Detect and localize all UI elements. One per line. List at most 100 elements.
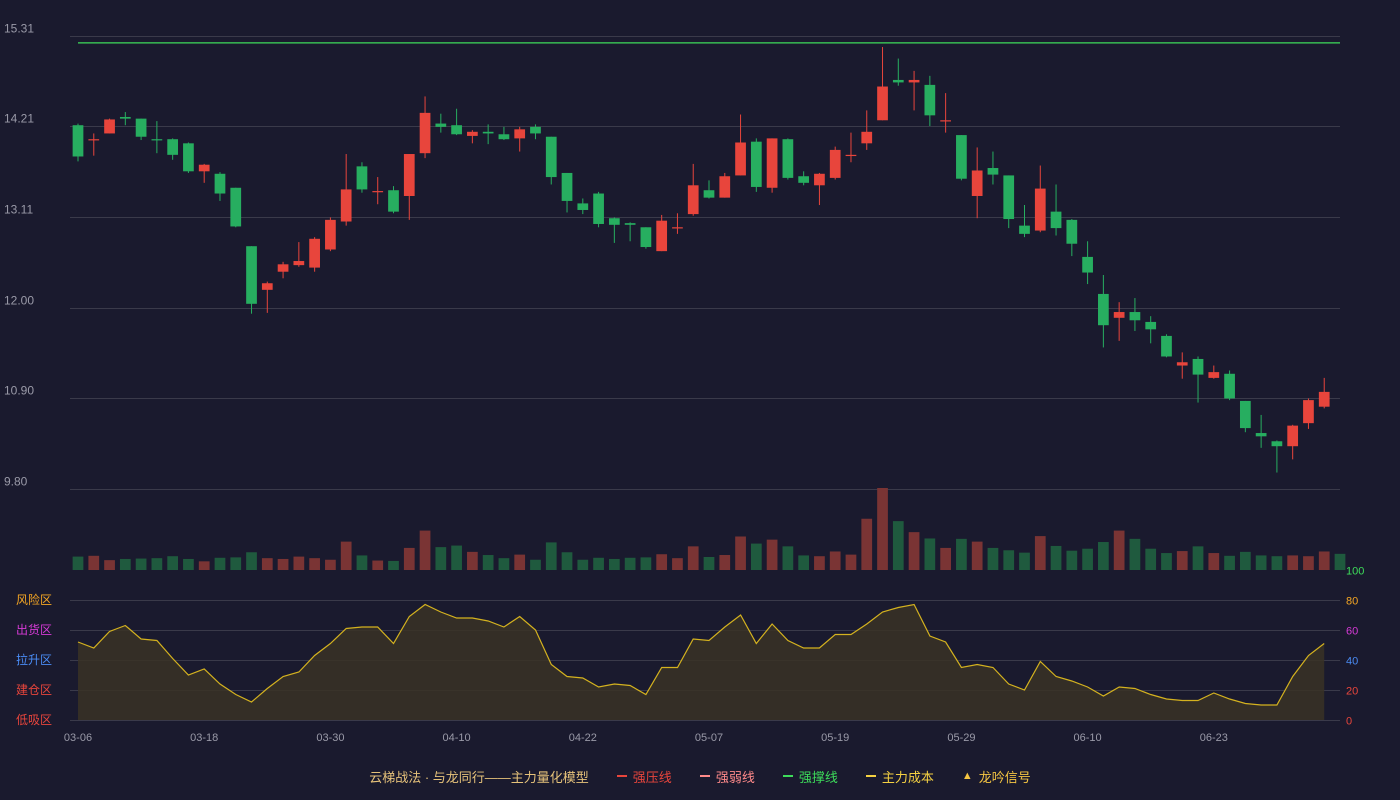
candle-body: [356, 166, 368, 190]
volume-bar: [561, 552, 573, 570]
volume-bar: [1176, 551, 1188, 570]
candle-body: [1224, 373, 1235, 399]
candle-body: [750, 141, 762, 187]
legend-label: 强压线: [632, 769, 672, 785]
volume-bar: [356, 555, 368, 570]
candle-body: [719, 176, 731, 198]
volume-bar: [1208, 553, 1220, 570]
volume-bar: [498, 558, 510, 570]
candle-body: [1239, 400, 1251, 429]
oscillator-tick-label: 60: [1346, 626, 1358, 638]
candle-body: [167, 139, 179, 155]
candle-body: [1066, 219, 1078, 244]
legend-item-model: 云梯战法 · 与龙同行——主力量化模型: [369, 766, 589, 786]
candle-body: [198, 164, 210, 172]
legend-line-icon: [616, 775, 627, 777]
legend-item-main-cost[interactable]: 主力成本: [865, 766, 934, 786]
volume-bar: [861, 518, 873, 570]
volume-bar: [1192, 546, 1204, 570]
candle-body: [1082, 256, 1093, 273]
volume-bar: [1271, 556, 1283, 570]
candle-body: [735, 142, 746, 176]
candle-body: [1176, 362, 1188, 366]
volume-bar: [514, 554, 526, 570]
legend-label: 强撑线: [798, 769, 838, 785]
candle-body: [861, 131, 873, 144]
price-tick-label: 14.21: [4, 112, 34, 126]
candle-body: [514, 129, 526, 139]
chart-legend: 云梯战法 · 与龙同行——主力量化模型 强压线 强弱线 强撑线 主力成本 ▲ 龙…: [0, 766, 1400, 786]
volume-bar: [940, 547, 951, 570]
volume-bar: [1334, 553, 1346, 570]
candle-body: [419, 112, 431, 154]
candle-body: [151, 139, 163, 141]
candle-body: [388, 190, 399, 212]
volume-bar: [135, 558, 147, 570]
volume-bar: [435, 547, 447, 570]
volume-bar: [1003, 550, 1015, 570]
volume-bar: [1224, 555, 1235, 570]
oscillator-zone-label: 出货区: [16, 622, 52, 637]
candle-body: [987, 168, 999, 175]
date-tick-label: 05-07: [695, 732, 723, 744]
volume-bar: [151, 558, 163, 570]
price-grid: [70, 36, 1340, 490]
candle-body: [88, 139, 100, 141]
candle-body: [640, 227, 652, 248]
volume-bar: [388, 560, 399, 570]
volume-bar: [88, 555, 100, 570]
volume-bar: [119, 558, 131, 570]
date-tick-label: 06-23: [1200, 732, 1228, 744]
volume-bar: [1287, 555, 1299, 570]
legend-item-strength-line[interactable]: 强弱线: [699, 766, 755, 786]
oscillator-zone-label: 拉升区: [16, 652, 52, 667]
volume-bar: [419, 530, 431, 570]
candle-body: [798, 176, 810, 183]
candle-body: [1129, 312, 1141, 321]
volume-bar: [1129, 538, 1141, 570]
price-axis-labels: 15.31 14.21 13.11 12.00 10.90 9.80: [4, 22, 34, 489]
volume-bar: [987, 547, 999, 570]
candle-body: [72, 125, 84, 157]
volume-bar: [924, 538, 936, 570]
volume-bar: [687, 546, 699, 570]
candle-body: [451, 125, 462, 135]
legend-label: 主力成本: [881, 769, 934, 785]
candle-body: [1255, 433, 1267, 437]
volume-bar: [467, 551, 478, 570]
date-tick-label: 03-18: [190, 732, 218, 744]
candle-body: [766, 138, 778, 188]
price-tick-label: 9.80: [4, 475, 28, 489]
volume-bar: [971, 541, 983, 570]
legend-dash-icon: [865, 775, 876, 777]
volume-bar: [198, 561, 210, 570]
legend-item-signal[interactable]: ▲ 龙吟信号: [962, 766, 1031, 786]
candle-body: [892, 79, 904, 83]
candle-body: [940, 120, 951, 122]
price-tick-label: 15.31: [4, 22, 34, 36]
volume-bar: [325, 559, 336, 570]
candle-body: [1098, 293, 1109, 326]
volume-bar: [672, 558, 683, 570]
legend-item-strong-support[interactable]: 强撑线: [782, 766, 838, 786]
candle-body: [1019, 225, 1030, 234]
candle-body: [403, 154, 415, 196]
candle-body: [325, 219, 336, 250]
volume-bar: [1239, 551, 1251, 570]
candle-body: [1303, 400, 1314, 424]
candle-body: [956, 135, 967, 179]
oscillator-series: [77, 603, 1325, 720]
volume-bar: [1034, 536, 1046, 570]
volume-bar: [309, 558, 320, 570]
date-tick-label: 03-30: [316, 732, 344, 744]
volume-bar: [1145, 548, 1157, 570]
candle-body: [877, 86, 888, 121]
volume-bar: [782, 546, 794, 570]
candle-body: [656, 220, 668, 252]
volume-bar: [530, 559, 541, 570]
candle-body: [1003, 175, 1015, 220]
legend-item-strong-pressure[interactable]: 强压线: [616, 766, 672, 786]
volume-bar: [624, 557, 636, 570]
candle-body: [1050, 211, 1062, 229]
candle-body: [1192, 358, 1204, 375]
